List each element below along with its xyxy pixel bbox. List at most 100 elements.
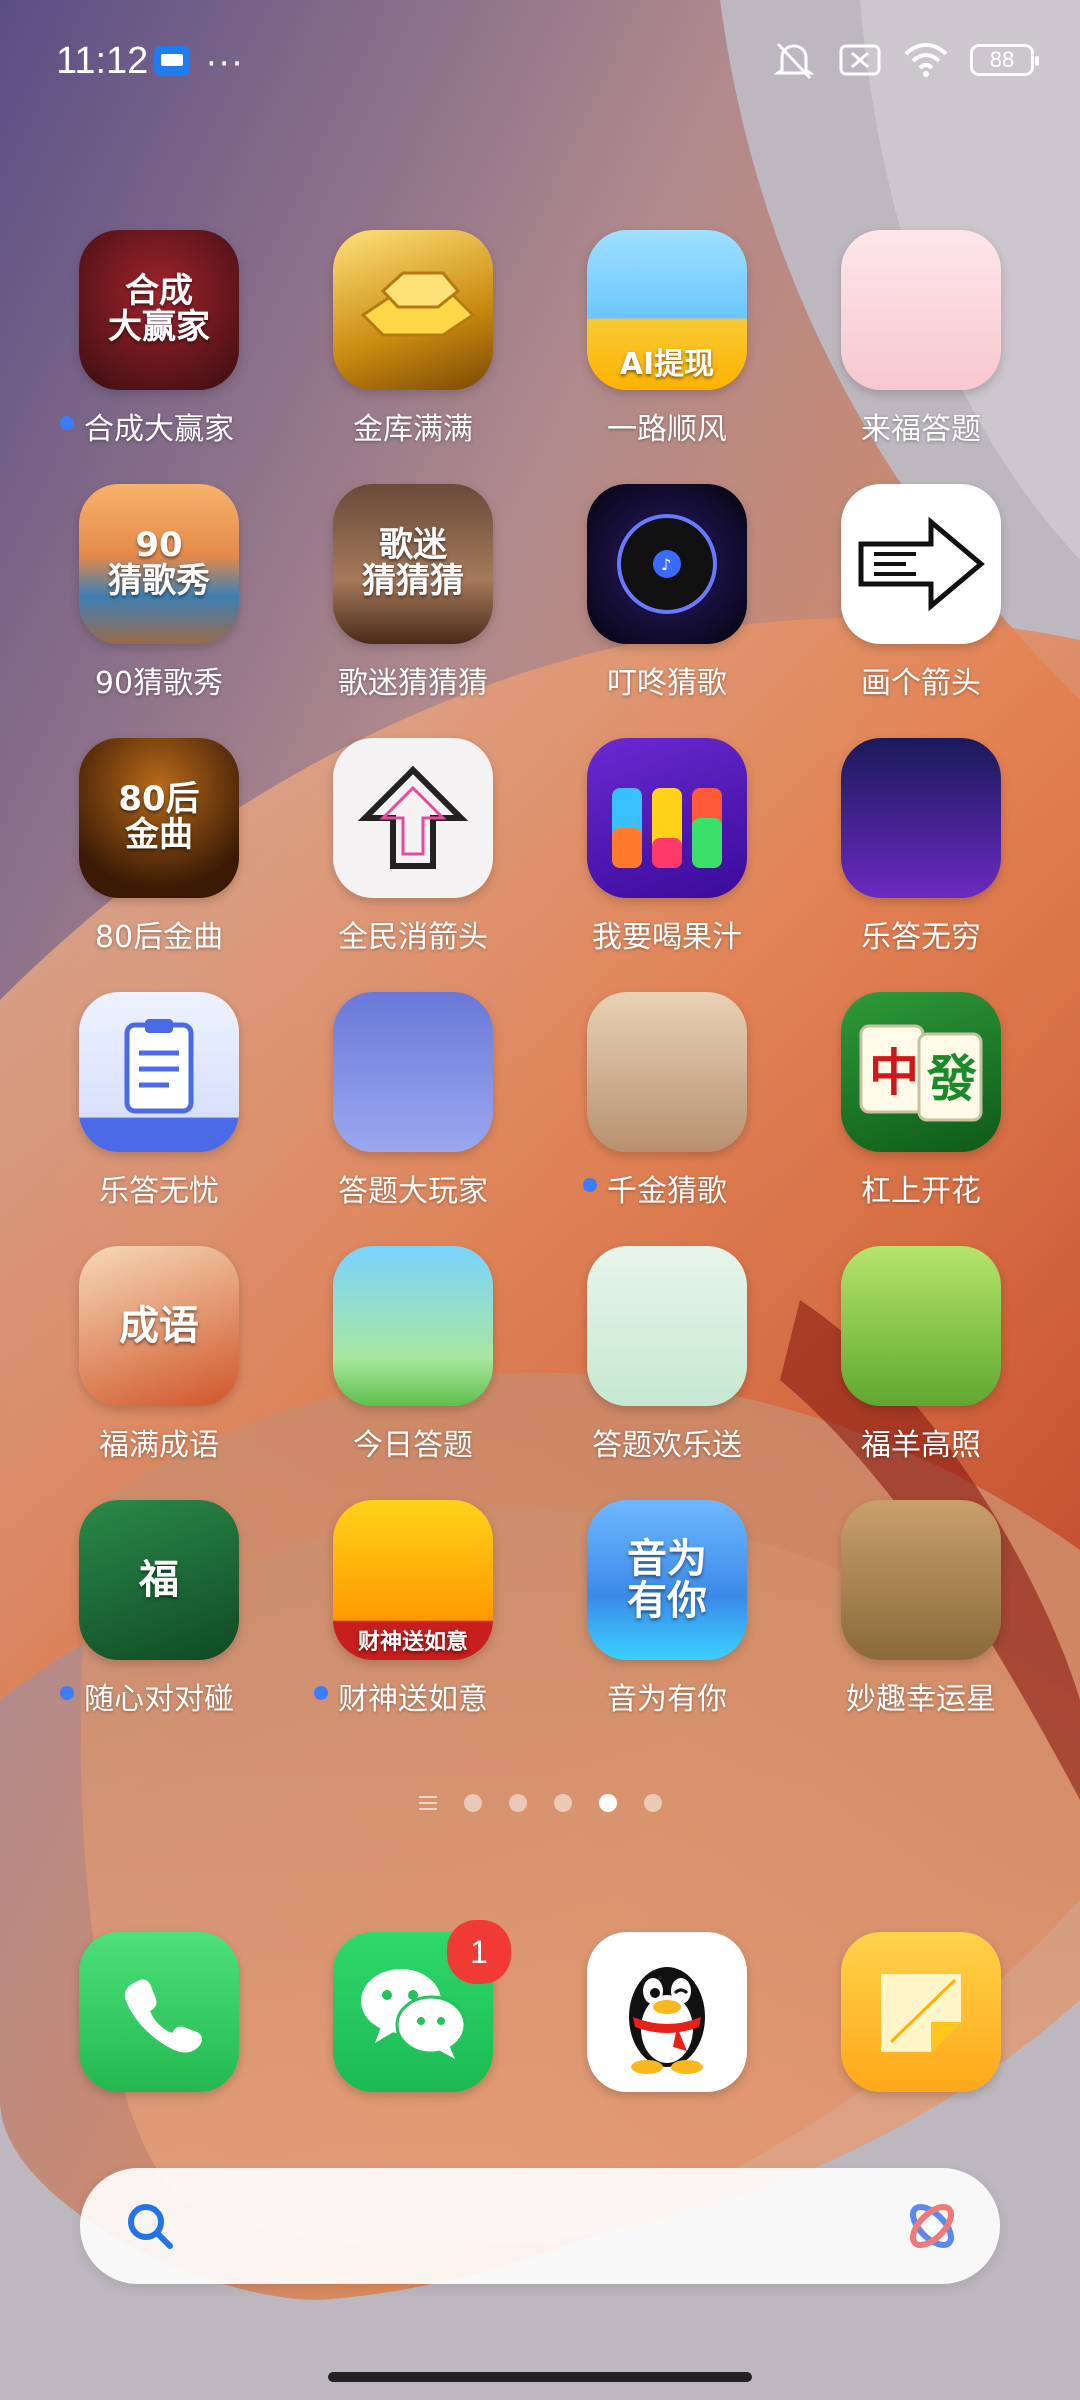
app-8[interactable]: 80后 金曲 80后金曲 bbox=[32, 738, 286, 992]
fortune-tiles-icon[interactable]: 福 bbox=[79, 1500, 239, 1660]
vinyl-record-icon[interactable]: ♪ bbox=[587, 484, 747, 644]
app-1[interactable]: 金库满满 bbox=[286, 230, 540, 484]
maze-arrow-shape bbox=[858, 516, 985, 612]
app-label: 乐答无穷 bbox=[861, 912, 981, 956]
app-list-page-indicator-icon[interactable] bbox=[418, 1796, 437, 1810]
page-dot-1[interactable] bbox=[508, 1794, 527, 1812]
notes-icon[interactable] bbox=[841, 1932, 1001, 2092]
dock-app-phone[interactable] bbox=[32, 1932, 286, 2092]
app-9[interactable]: 全民消箭头 bbox=[286, 738, 540, 992]
app-label: 答题欢乐送 bbox=[592, 1420, 742, 1464]
phone-icon[interactable] bbox=[79, 1932, 239, 2092]
cute-sheep-icon[interactable] bbox=[841, 1500, 1001, 1660]
app-label: 随心对对碰 bbox=[60, 1674, 234, 1718]
app-17[interactable]: 今日答题 bbox=[286, 1246, 540, 1500]
app-label-text: 全民消箭头 bbox=[338, 920, 488, 955]
icon-art-text: 80后 金曲 bbox=[118, 779, 200, 855]
app-label-text: 千金猜歌 bbox=[607, 1174, 727, 1209]
brush-calligraphy-icon[interactable]: 成语 bbox=[79, 1246, 239, 1406]
app-20[interactable]: 福随心对对碰 bbox=[32, 1500, 286, 1754]
page-dot-3[interactable] bbox=[598, 1794, 617, 1812]
clipboard-icon[interactable] bbox=[79, 992, 239, 1152]
icon-art-text: 财神送如意 bbox=[357, 1629, 468, 1655]
juice-bottles-icon[interactable] bbox=[587, 738, 747, 898]
dock-app-notes[interactable] bbox=[794, 1932, 1048, 2092]
ai-assistant-icon[interactable] bbox=[902, 2196, 962, 2256]
app-label-text: 合成大赢家 bbox=[84, 412, 234, 447]
dock-app-wechat[interactable]: 1 bbox=[286, 1920, 540, 2092]
qq-penguin-icon[interactable] bbox=[587, 1932, 747, 2092]
app-19[interactable]: 福羊高照 bbox=[794, 1246, 1048, 1500]
app-0[interactable]: 合成 大赢家合成大赢家 bbox=[32, 230, 286, 484]
girl-reading-icon[interactable] bbox=[587, 1246, 747, 1406]
app-10[interactable]: 我要喝果汁 bbox=[540, 738, 794, 992]
app-6[interactable]: ♪ 叮咚猜歌 bbox=[540, 484, 794, 738]
girl-screen-icon[interactable] bbox=[841, 738, 1001, 898]
unread-badge: 1 bbox=[447, 1920, 511, 1984]
svg-text:中: 中 bbox=[869, 1044, 919, 1102]
page-indicator[interactable] bbox=[0, 1794, 1080, 1812]
app-label: 财神送如意 bbox=[314, 1674, 488, 1718]
page-dot-4[interactable] bbox=[643, 1794, 662, 1812]
home-indicator[interactable] bbox=[328, 2372, 752, 2382]
wechat-icon[interactable]: 1 bbox=[333, 1920, 511, 2092]
app-22[interactable]: 音为 有你 音为有你 bbox=[540, 1500, 794, 1754]
sheep-field-icon[interactable] bbox=[841, 1246, 1001, 1406]
app-5[interactable]: 歌迷 猜猜猜歌迷猜猜猜 bbox=[286, 484, 540, 738]
icon-art-text: AI提现 bbox=[619, 346, 715, 382]
boy-book-icon[interactable] bbox=[333, 1246, 493, 1406]
woman-portrait-icon[interactable] bbox=[333, 992, 493, 1152]
app-13[interactable]: 答题大玩家 bbox=[286, 992, 540, 1246]
gold-bars-icon[interactable] bbox=[333, 230, 493, 390]
app-23[interactable]: 妙趣幸运星 bbox=[794, 1500, 1048, 1754]
app-label-text: 歌迷猜猜猜 bbox=[338, 666, 488, 701]
app-18[interactable]: 答题欢乐送 bbox=[540, 1246, 794, 1500]
app-4[interactable]: 90 猜歌秀 90猜歌秀 bbox=[32, 484, 286, 738]
no-sim-icon bbox=[839, 44, 881, 76]
app-3[interactable]: 来福答题 bbox=[794, 230, 1048, 484]
app-12[interactable]: 乐答无忧 bbox=[32, 992, 286, 1246]
sunset-balcony-icon[interactable]: 90 猜歌秀 bbox=[79, 484, 239, 644]
cafe-table-icon[interactable]: 歌迷 猜猜猜 bbox=[333, 484, 493, 644]
app-label-text: 答题大玩家 bbox=[338, 1174, 488, 1209]
icon-art-text: 90 猜歌秀 bbox=[108, 525, 210, 601]
gold-bars-shape bbox=[360, 271, 476, 337]
app-7[interactable]: 画个箭头 bbox=[794, 484, 1048, 738]
page-dot-0[interactable] bbox=[463, 1794, 482, 1812]
double-arrow-icon[interactable] bbox=[333, 738, 493, 898]
amusement-park-icon[interactable]: 音为 有你 bbox=[587, 1500, 747, 1660]
new-app-dot bbox=[314, 1686, 328, 1700]
app-14[interactable]: 千金猜歌 bbox=[540, 992, 794, 1246]
maze-arrow-icon[interactable] bbox=[841, 484, 1001, 644]
animals-car-icon[interactable]: AI提现 bbox=[587, 230, 747, 390]
app-label-text: 妙趣幸运星 bbox=[846, 1682, 996, 1717]
app-16[interactable]: 成语 福满成语 bbox=[32, 1246, 286, 1500]
ruyi-scepter-icon[interactable]: 财神送如意 bbox=[333, 1500, 493, 1660]
app-21[interactable]: 财神送如意 财神送如意 bbox=[286, 1500, 540, 1754]
search-bar[interactable] bbox=[80, 2168, 1000, 2284]
wallet-notification-icon bbox=[154, 46, 190, 76]
app-label-text: 音为有你 bbox=[607, 1682, 727, 1717]
girl-pencil-icon[interactable] bbox=[841, 230, 1001, 390]
dock-app-qq[interactable] bbox=[540, 1932, 794, 2092]
piano-lights-icon[interactable]: 80后 金曲 bbox=[79, 738, 239, 898]
mahjong-tiles-icon[interactable]: 中發 bbox=[841, 992, 1001, 1152]
arrow-shape bbox=[357, 765, 469, 869]
tiles-shape: 中發 bbox=[859, 1024, 983, 1122]
page-dot-2[interactable] bbox=[553, 1794, 572, 1812]
more-notifications-icon: ··· bbox=[206, 44, 245, 84]
app-label-text: 今日答题 bbox=[353, 1428, 473, 1463]
status-time: 11:12 bbox=[56, 40, 149, 82]
dancing-girl-icon[interactable] bbox=[587, 992, 747, 1152]
search-icon[interactable] bbox=[122, 2198, 178, 2254]
app-11[interactable]: 乐答无穷 bbox=[794, 738, 1048, 992]
trophy-football-icon[interactable]: 合成 大赢家 bbox=[79, 230, 239, 390]
dock: 1 bbox=[0, 1920, 1080, 2092]
app-label-text: 福满成语 bbox=[99, 1428, 219, 1463]
icon-art-text: 歌迷 猜猜猜 bbox=[362, 525, 464, 601]
app-label-text: 90猜歌秀 bbox=[94, 666, 224, 701]
new-app-dot bbox=[60, 416, 74, 430]
app-15[interactable]: 中發杠上开花 bbox=[794, 992, 1048, 1246]
app-2[interactable]: AI提现 一路顺风 bbox=[540, 230, 794, 484]
battery-level: 88 bbox=[989, 47, 1015, 72]
